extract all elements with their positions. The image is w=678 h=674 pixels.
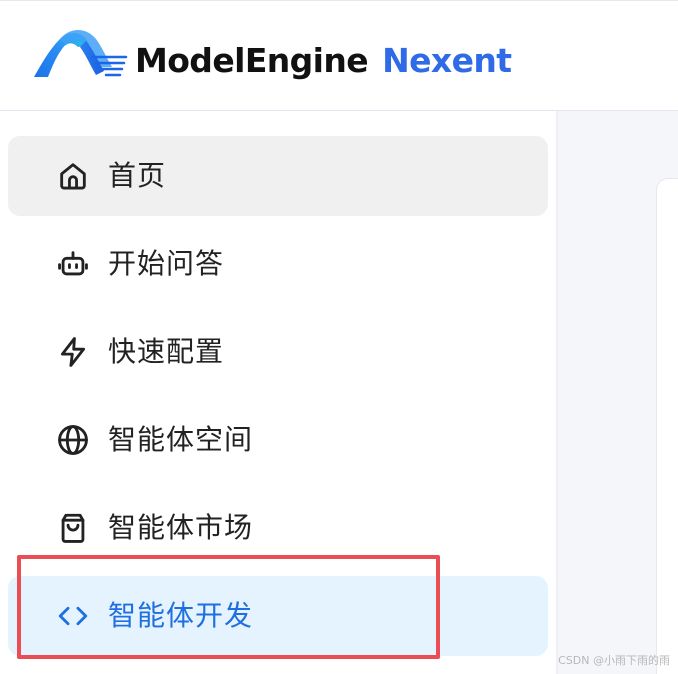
sidebar-item-home[interactable]: 首页	[8, 136, 548, 216]
globe-icon	[56, 423, 90, 457]
brand-name: ModelEngine Nexent	[135, 39, 512, 83]
sidebar-item-label: 快速配置	[108, 335, 225, 368]
lightning-icon	[56, 335, 90, 369]
watermark: CSDN @小雨下雨的雨	[558, 654, 670, 667]
sidebar-item-chat[interactable]: 开始问答	[8, 224, 548, 304]
brand-primary: ModelEngine	[135, 41, 369, 80]
sidebar-item-label: 首页	[108, 159, 167, 192]
robot-icon	[56, 247, 90, 281]
modelengine-logo-icon[interactable]	[30, 27, 128, 83]
brand-secondary: Nexent	[382, 41, 512, 80]
sidebar-item-label: 开始问答	[108, 247, 225, 280]
sidebar-item-label: 智能体空间	[108, 423, 254, 456]
home-icon	[56, 159, 90, 193]
highlight-annotation	[17, 555, 440, 659]
content-card	[656, 178, 678, 674]
app-header: ModelEngine Nexent	[0, 0, 678, 111]
sidebar-item-quick-config[interactable]: 快速配置	[8, 312, 548, 392]
sidebar-item-agent-space[interactable]: 智能体空间	[8, 400, 548, 480]
shopping-bag-icon	[56, 511, 90, 545]
